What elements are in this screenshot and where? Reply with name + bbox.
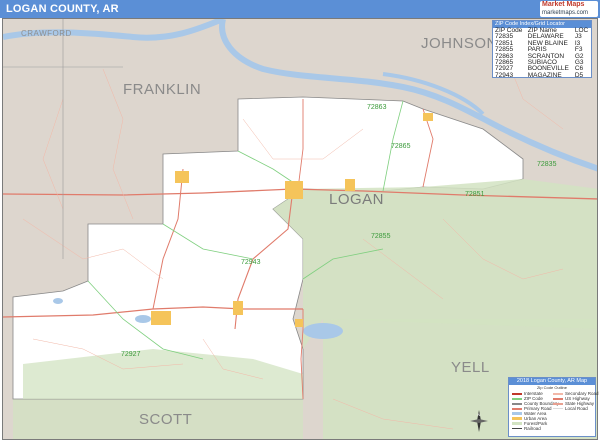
legend-title: 2018 Logan County, AR Map	[509, 378, 595, 385]
compass-rose-icon: N	[470, 410, 488, 432]
map-legend: 2018 Logan County, AR Map Zip Code Outli…	[508, 377, 599, 437]
zip-label-72855: 72855	[371, 233, 391, 240]
brand-name: Market Maps	[542, 1, 585, 8]
yell-label: YELL	[451, 359, 490, 376]
urban-swatch	[512, 417, 522, 421]
zip-label-72851: 72851	[465, 191, 485, 198]
legend-item: Local Road	[553, 406, 588, 411]
franklin-label: FRANKLIN	[123, 81, 202, 98]
legend-subtitle: Zip Code Outline	[536, 385, 567, 390]
brand-url: marketmaps.com	[542, 10, 589, 16]
zip-index-table: ZIP Code ZIP Name LOC 72835 DELAWARE J3 …	[493, 27, 591, 79]
johnson-label: JOHNSON	[421, 35, 498, 52]
legend-item: Railroad	[512, 426, 541, 431]
water-swatch	[512, 412, 522, 416]
zip-swatch	[512, 397, 522, 400]
svg-text:N: N	[478, 412, 481, 417]
scott-label: SCOTT	[139, 411, 193, 428]
county-swatch	[512, 402, 522, 405]
zip-loc-cell: D5	[574, 71, 584, 79]
zip-code-cell: 72943	[495, 71, 514, 79]
secondary-road-swatch	[553, 392, 563, 395]
map-title: LOGAN COUNTY, AR	[6, 3, 119, 15]
state-highway-swatch	[553, 402, 563, 405]
map-title-bar: LOGAN COUNTY, AR	[0, 0, 600, 18]
zip-name-cell: MAGAZINE	[527, 71, 562, 79]
zip-index-row: 72943 MAGAZINE D5	[493, 71, 591, 79]
blue-mountain-lake	[303, 323, 343, 339]
railroad-swatch	[512, 428, 522, 430]
zip-label-72943: 72943	[241, 259, 261, 266]
zip-label-72865: 72865	[391, 143, 411, 150]
local-road-swatch	[553, 408, 563, 410]
zip-label-72927: 72927	[121, 351, 141, 358]
zip-label-72835: 72835	[537, 161, 557, 168]
zip-code-index: ZIP Code Index/Grid Locator ZIP Code ZIP…	[492, 20, 592, 79]
logan-label: LOGAN	[329, 191, 385, 208]
lake-small-1	[135, 315, 151, 323]
brand-logo[interactable]: Market Maps marketmaps.com	[540, 1, 598, 17]
primary-road-swatch	[512, 407, 522, 410]
crawford-label: CRAWFORD	[21, 29, 72, 38]
us-highway-swatch	[553, 397, 563, 400]
zip-label-72863: 72863	[367, 104, 387, 111]
lake-small-2	[53, 298, 63, 304]
forest-swatch	[512, 422, 522, 426]
interstate-swatch	[512, 392, 522, 395]
